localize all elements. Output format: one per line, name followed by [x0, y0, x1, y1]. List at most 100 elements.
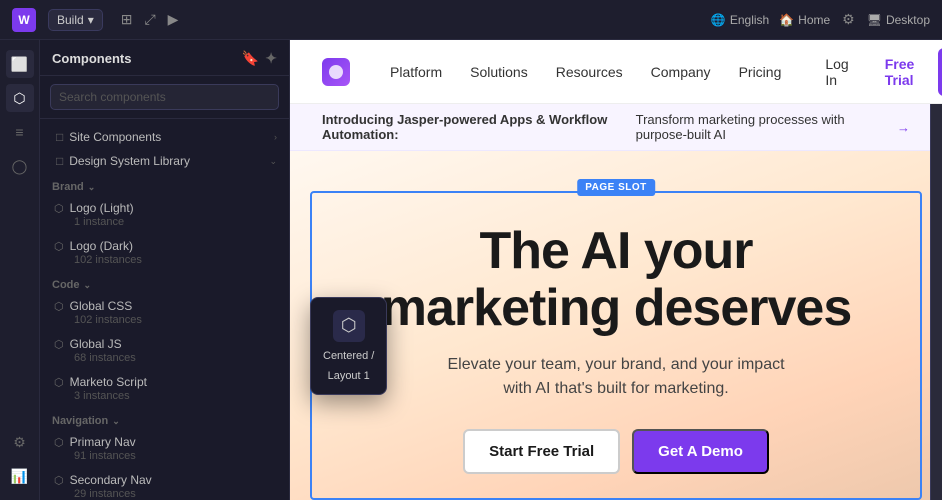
expand-icon: ⌄ [269, 156, 277, 167]
components-panel: Components 🔖 ✦ □ Site Components › □ Des… [40, 40, 290, 500]
category-navigation[interactable]: Navigation ⌄ [40, 407, 289, 429]
panel-header: Components 🔖 ✦ [40, 40, 289, 76]
hero-title-line1: The AI your [479, 222, 752, 280]
component-icon-primary-nav: ⬡ [54, 436, 64, 449]
component-icon-secondary-nav: ⬡ [54, 474, 64, 487]
overlay-component-icon: ⬡ [333, 310, 365, 342]
desktop-label: Desktop [886, 13, 930, 27]
component-icon-js: ⬡ [54, 338, 64, 351]
toolbar-icons: ⊞ ⤢ ▶ [119, 9, 181, 30]
overlay-label2: Layout 1 [328, 370, 370, 382]
chevron-right-icon: › [274, 132, 277, 142]
site-logo [322, 58, 350, 86]
main-layout: ⬜ ⬡ ≡ ◯ ⚙ 📊 Components 🔖 ✦ □ Site Compon… [0, 40, 942, 500]
component-global-css[interactable]: ⬡ Global CSS 102 instances [40, 293, 289, 331]
folder-icon-ds: □ [56, 154, 63, 168]
nav-company[interactable]: Company [651, 64, 711, 80]
get-demo-nav-button[interactable]: Get A Demo [938, 48, 942, 96]
panel-header-icons: 🔖 ✦ [242, 50, 277, 67]
code-arrow: ⌄ [84, 280, 92, 291]
nav-arrow: ⌄ [112, 416, 120, 427]
announcement-suffix: Transform marketing processes with purpo… [636, 112, 891, 142]
nav-links: Platform Solutions Resources Company Pri… [390, 64, 781, 80]
login-button[interactable]: Log In [813, 50, 860, 94]
announcement-bar: Introducing Jasper-powered Apps & Workfl… [290, 104, 942, 151]
home-icon: 🏠 [779, 13, 794, 27]
hero-title-line2: marketing deserves [381, 279, 852, 337]
nav-platform[interactable]: Platform [390, 64, 442, 80]
sidebar-item-analytics[interactable]: 📊 [6, 462, 34, 490]
grid-icon[interactable]: ⊞ [119, 9, 135, 30]
globe-icon: 🌐 [711, 13, 726, 27]
design-system-label: Design System Library [69, 154, 190, 168]
category-brand[interactable]: Brand ⌄ [40, 173, 289, 195]
toolbar: W Build ▾ ⊞ ⤢ ▶ 🌐 English 🏠 Home ⚙ 🖥 Des… [0, 0, 942, 40]
hero-content-box: PAGE SLOT The AI your marketing deserves… [310, 191, 922, 500]
jasper-logo-icon [322, 58, 350, 86]
toolbar-right: 🌐 English 🏠 Home ⚙ 🖥 Desktop [711, 9, 930, 30]
desktop-view[interactable]: 🖥 Desktop [867, 13, 930, 27]
desktop-icon: 🖥 [867, 13, 882, 27]
component-icon-css: ⬡ [54, 300, 64, 313]
sidebar-item-layers[interactable]: ≡ [6, 118, 34, 146]
build-label: Build [57, 13, 84, 27]
chevron-down-icon: ▾ [88, 13, 94, 27]
component-icon: ⬡ [54, 202, 64, 215]
language-selector[interactable]: 🌐 English [711, 13, 769, 27]
site-components-label: Site Components [69, 130, 161, 144]
component-primary-nav[interactable]: ⬡ Primary Nav 91 instances [40, 429, 289, 467]
brand-label: Brand [52, 181, 84, 193]
hero-title: The AI your marketing deserves [381, 223, 852, 337]
start-free-trial-button[interactable]: Start Free Trial [463, 429, 620, 474]
nav-actions: Log In Free Trial Get A Demo [813, 48, 942, 96]
search-box [40, 76, 289, 119]
chart-icon[interactable]: ⤢ [142, 9, 157, 30]
component-secondary-nav[interactable]: ⬡ Secondary Nav 29 instances [40, 467, 289, 500]
bookmark-icon[interactable]: 🔖 [242, 50, 259, 67]
brand-arrow: ⌄ [88, 182, 96, 193]
component-logo-light[interactable]: ⬡ Logo (Light) 1 instance [40, 195, 289, 233]
hero-subtitle-line1: Elevate your team, your brand, and your … [447, 356, 784, 373]
settings-icon[interactable]: ⚙ [840, 9, 857, 30]
site-nav: Platform Solutions Resources Company Pri… [290, 40, 942, 104]
category-code[interactable]: Code ⌄ [40, 271, 289, 293]
preview-area: Platform Solutions Resources Company Pri… [290, 40, 942, 500]
announcement-arrow[interactable]: → [897, 120, 910, 135]
free-trial-nav-button[interactable]: Free Trial [873, 50, 927, 94]
hero-buttons: Start Free Trial Get A Demo [463, 429, 769, 474]
tree-item-design-system[interactable]: □ Design System Library ⌄ [40, 149, 289, 173]
component-global-js[interactable]: ⬡ Global JS 68 instances [40, 331, 289, 369]
sidebar-icons: ⬜ ⬡ ≡ ◯ ⚙ 📊 [0, 40, 40, 500]
component-icon-marketo: ⬡ [54, 376, 64, 389]
home-link[interactable]: 🏠 Home [779, 13, 830, 27]
component-logo-dark[interactable]: ⬡ Logo (Dark) 102 instances [40, 233, 289, 271]
component-icon-2: ⬡ [54, 240, 64, 253]
hero-subtitle-line2: with AI that's built for marketing. [503, 380, 728, 397]
nav-solutions[interactable]: Solutions [470, 64, 528, 80]
build-button[interactable]: Build ▾ [48, 9, 103, 31]
app-logo[interactable]: W [12, 8, 36, 32]
overlay-label: Centered / [323, 350, 374, 362]
hero-section: ⬡ Centered / Layout 1 PAGE SLOT The AI y… [290, 151, 942, 500]
page-slot-badge: PAGE SLOT [577, 179, 655, 196]
nav-resources[interactable]: Resources [556, 64, 623, 80]
sidebar-item-settings[interactable]: ⚙ [6, 428, 34, 456]
sidebar-item-components[interactable]: ⬡ [6, 84, 34, 112]
search-input[interactable] [50, 84, 279, 110]
sidebar-item-pages[interactable]: ⬜ [6, 50, 34, 78]
folder-icon: □ [56, 130, 63, 144]
play-icon[interactable]: ▶ [166, 9, 181, 30]
scrollbar[interactable] [930, 40, 942, 500]
website-preview: Platform Solutions Resources Company Pri… [290, 40, 942, 500]
get-demo-hero-button[interactable]: Get A Demo [632, 429, 769, 474]
language-label: English [730, 13, 769, 27]
component-marketo[interactable]: ⬡ Marketo Script 3 instances [40, 369, 289, 407]
component-overlay[interactable]: ⬡ Centered / Layout 1 [310, 297, 387, 395]
sidebar-item-assets[interactable]: ◯ [6, 152, 34, 180]
add-icon[interactable]: ✦ [265, 50, 277, 67]
panel-title: Components [52, 51, 131, 66]
announcement-prefix: Introducing Jasper-powered Apps & Workfl… [322, 112, 630, 142]
tree-item-site-components[interactable]: □ Site Components › [40, 125, 289, 149]
panel-content: □ Site Components › □ Design System Libr… [40, 119, 289, 500]
nav-pricing[interactable]: Pricing [739, 64, 782, 80]
